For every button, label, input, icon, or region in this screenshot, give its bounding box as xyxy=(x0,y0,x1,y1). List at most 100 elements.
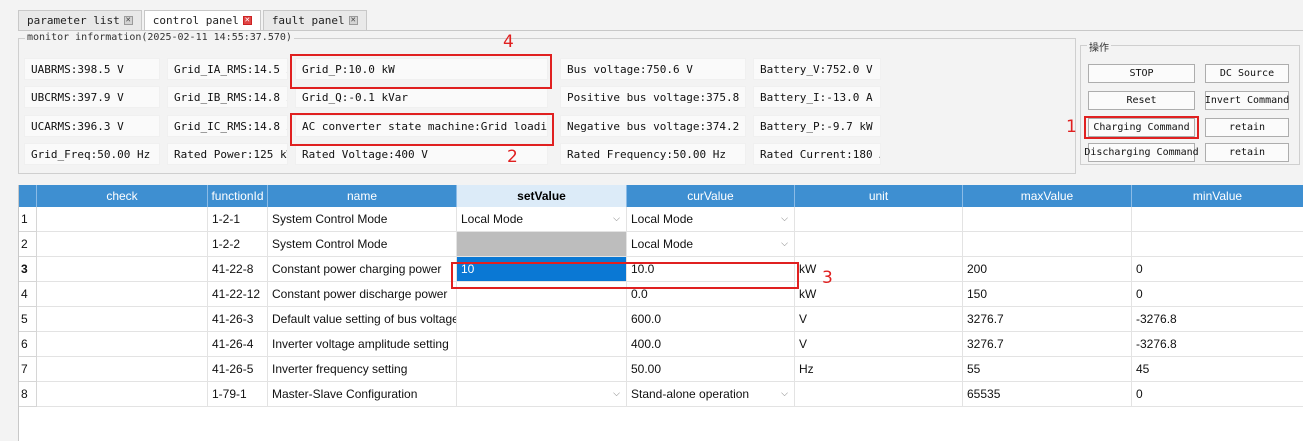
cell-setvalue[interactable] xyxy=(457,282,627,307)
cell-maxvalue xyxy=(963,232,1132,257)
parameter-table: check functionId name setValue curValue unit m… xyxy=(18,185,1303,441)
row-header[interactable]: 2 xyxy=(19,232,37,257)
tab-parameter-list[interactable]: parameter list ✕ xyxy=(18,10,142,30)
row-header[interactable]: 1 xyxy=(19,207,37,232)
cell-maxvalue: 150 xyxy=(963,282,1132,307)
monitor-value: Grid_IA_RMS:14.5 A xyxy=(167,58,288,80)
cell-setvalue[interactable]: Local Mode ⌵ xyxy=(457,207,627,232)
row-header[interactable]: 5 xyxy=(19,307,37,332)
cell-text: 41-26-4 xyxy=(212,337,254,351)
cell-unit: V xyxy=(795,332,963,357)
cell-curvalue[interactable]: Local Mode ⌵ xyxy=(627,207,795,232)
cell-text: Local Mode xyxy=(631,237,694,251)
close-icon[interactable]: ✕ xyxy=(348,16,358,25)
cell-maxvalue: 65535 xyxy=(963,382,1132,407)
cell-minvalue: -3276.8 xyxy=(1132,307,1303,332)
cell-setvalue[interactable] xyxy=(457,307,627,332)
cell-check[interactable] xyxy=(37,207,208,232)
cell-name: Inverter frequency setting xyxy=(268,357,457,382)
chevron-down-icon[interactable]: ⌵ xyxy=(781,239,788,249)
cell-functionid: 41-26-4 xyxy=(208,332,268,357)
cell-text: 41-22-12 xyxy=(212,287,261,301)
cell-text: 41-26-3 xyxy=(212,312,254,326)
row-header[interactable]: 8 xyxy=(19,382,37,407)
cell-check[interactable] xyxy=(37,357,208,382)
column-header-unit[interactable]: unit xyxy=(795,185,963,207)
stop-button[interactable]: STOP xyxy=(1088,64,1195,83)
row-header[interactable]: 3 xyxy=(19,257,37,282)
cell-maxvalue: 3276.7 xyxy=(963,307,1132,332)
cell-check[interactable] xyxy=(37,282,208,307)
monitor-value: Rated Power:125 kW xyxy=(167,143,288,165)
cell-setvalue[interactable] xyxy=(457,357,627,382)
cell-check[interactable] xyxy=(37,332,208,357)
monitor-value: Grid_IB_RMS:14.8 A xyxy=(167,86,288,108)
chevron-down-icon[interactable]: ⌵ xyxy=(613,389,620,399)
charging-command-button[interactable]: Charging Command xyxy=(1088,118,1195,137)
cell-text: 41-26-5 xyxy=(212,362,254,376)
cell-text: kW xyxy=(799,287,817,301)
cell-text: V xyxy=(799,337,808,351)
cell-text: 200 xyxy=(967,262,988,276)
tab-bar: parameter list ✕ control panel ✕ fault p… xyxy=(18,10,369,30)
cell-check[interactable] xyxy=(37,232,208,257)
cell-check[interactable] xyxy=(37,382,208,407)
column-header-functionid[interactable]: functionId xyxy=(208,185,268,207)
reset-button[interactable]: Reset xyxy=(1088,91,1195,110)
chevron-down-icon[interactable]: ⌵ xyxy=(613,214,620,224)
cell-curvalue: 0.0 xyxy=(627,282,795,307)
cell-text: 45 xyxy=(1136,362,1150,376)
tab-label: parameter list xyxy=(27,14,120,27)
chevron-down-icon[interactable]: ⌵ xyxy=(781,214,788,224)
column-header-minvalue[interactable]: minValue xyxy=(1132,185,1303,207)
column-header-name[interactable]: name xyxy=(268,185,457,207)
tab-label: fault panel xyxy=(271,14,345,27)
cell-text: Master-Slave Configuration xyxy=(272,387,418,401)
cell-text: 0 xyxy=(1136,387,1143,401)
cell-text: 1-79-1 xyxy=(212,387,247,401)
cell-curvalue: 600.0 xyxy=(627,307,795,332)
column-header-curvalue[interactable]: curValue xyxy=(627,185,795,207)
column-header-maxvalue[interactable]: maxValue xyxy=(963,185,1132,207)
cell-text: 10 xyxy=(461,262,475,276)
monitor-value: Grid_Q:-0.1 kVar xyxy=(295,86,548,108)
cell-setvalue[interactable]: 10 xyxy=(457,257,627,282)
cell-maxvalue xyxy=(963,207,1132,232)
cell-text: V xyxy=(799,312,808,326)
cell-minvalue: 0 xyxy=(1132,382,1303,407)
cell-unit xyxy=(795,382,963,407)
cell-setvalue[interactable]: ⌵ xyxy=(457,382,627,407)
cell-curvalue: 50.00 xyxy=(627,357,795,382)
cell-functionid: 41-22-12 xyxy=(208,282,268,307)
column-header-check[interactable]: check xyxy=(37,185,208,207)
tab-control-panel[interactable]: control panel ✕ xyxy=(143,10,261,30)
close-icon[interactable]: ✕ xyxy=(242,16,252,25)
cell-setvalue[interactable] xyxy=(457,332,627,357)
row-header[interactable]: 4 xyxy=(19,282,37,307)
row-header[interactable]: 6 xyxy=(19,332,37,357)
cell-text: -3276.8 xyxy=(1136,312,1177,326)
monitor-value: Grid_Freq:50.00 Hz xyxy=(24,143,160,165)
retain-button[interactable]: retain xyxy=(1205,118,1289,137)
cell-text: Local Mode xyxy=(461,212,524,226)
tab-fault-panel[interactable]: fault panel ✕ xyxy=(262,10,367,30)
cell-maxvalue: 55 xyxy=(963,357,1132,382)
cell-text: 0.0 xyxy=(631,287,648,301)
cell-curvalue[interactable]: Local Mode ⌵ xyxy=(627,232,795,257)
cell-check[interactable] xyxy=(37,307,208,332)
cell-unit xyxy=(795,207,963,232)
cell-check[interactable] xyxy=(37,257,208,282)
close-icon[interactable]: ✕ xyxy=(123,16,133,25)
monitor-value: UABRMS:398.5 V xyxy=(24,58,160,80)
column-header-setvalue[interactable]: setValue xyxy=(457,185,627,207)
cell-curvalue[interactable]: Stand-alone operation ⌵ xyxy=(627,382,795,407)
cell-minvalue: 45 xyxy=(1132,357,1303,382)
invert-command-button[interactable]: Invert Command xyxy=(1205,91,1289,110)
cell-setvalue[interactable] xyxy=(457,232,627,257)
row-header[interactable]: 7 xyxy=(19,357,37,382)
retain-button[interactable]: retain xyxy=(1205,143,1289,162)
chevron-down-icon[interactable]: ⌵ xyxy=(781,389,788,399)
annotation-label-3: 3 xyxy=(822,268,833,288)
dc-source-button[interactable]: DC Source xyxy=(1205,64,1289,83)
discharging-command-button[interactable]: Discharging Command xyxy=(1084,143,1199,162)
